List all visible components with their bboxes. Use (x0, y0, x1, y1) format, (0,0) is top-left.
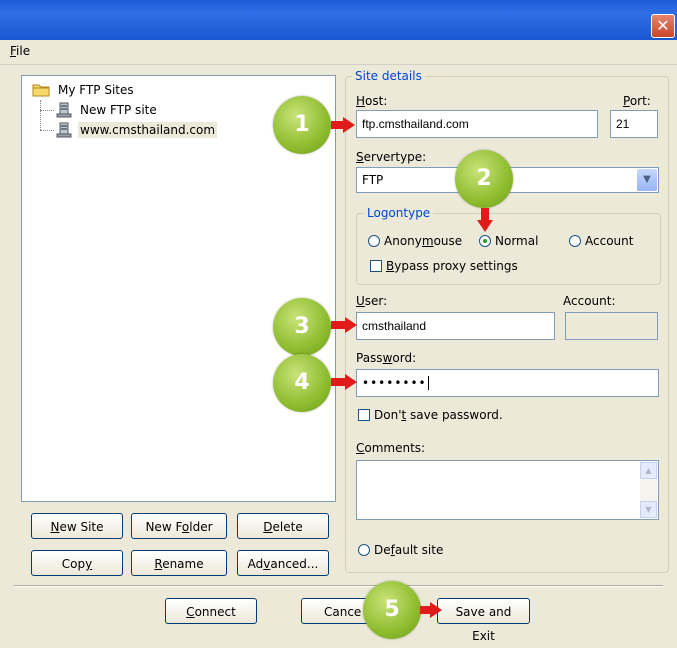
callout-1: 1 (273, 96, 331, 154)
arrow-right-icon (420, 602, 442, 618)
comments-label: Comments: (356, 441, 426, 455)
save-and-exit-button[interactable]: Save and Exit (437, 598, 530, 643)
server-icon (56, 122, 72, 138)
checkbox-box (358, 409, 370, 421)
user-input[interactable] (356, 312, 555, 340)
folder-icon (32, 84, 50, 97)
comments-scrollbar[interactable]: ▲ ▼ (640, 462, 657, 518)
radio-normal[interactable]: Normal (479, 234, 538, 248)
separator (14, 585, 663, 587)
account-input (565, 312, 658, 340)
host-label: Host: (356, 94, 388, 108)
logontype-group (356, 213, 661, 285)
chevron-down-icon[interactable]: ▼ (637, 169, 657, 191)
servertype-value: FTP (362, 173, 384, 187)
radio-circle-selected (479, 235, 491, 247)
comments-textarea[interactable]: ▲ ▼ (356, 460, 659, 520)
servertype-label: Servertype: (356, 150, 427, 164)
radio-account[interactable]: Account (569, 234, 633, 248)
tree-root-label: My FTP Sites (58, 83, 134, 97)
title-bar: ✕ (0, 0, 677, 40)
radio-anonymous[interactable]: Anonymouse (368, 234, 462, 248)
radio-normal-label: Normal (495, 234, 539, 248)
host-input[interactable] (356, 110, 598, 138)
advanced-button[interactable]: Advanced... (237, 550, 329, 576)
menu-bar: File (0, 40, 677, 65)
radio-anonymous-label: Anonymouse (384, 234, 463, 248)
password-input[interactable]: •••••••• (356, 369, 659, 397)
account-label: Account: (563, 294, 616, 308)
radio-circle (569, 235, 581, 247)
server-icon (56, 102, 72, 118)
tree-item-label: New FTP site (80, 103, 157, 117)
dont-save-password-checkbox[interactable]: Don't save password. (358, 408, 503, 422)
default-site-radio[interactable]: Default site (358, 543, 443, 557)
callout-5: 5 (363, 581, 421, 639)
new-folder-button[interactable]: New Folder (131, 513, 227, 539)
menu-file[interactable]: File (10, 44, 30, 58)
callout-4: 4 (273, 354, 331, 412)
tree-item[interactable]: New FTP site (56, 102, 159, 118)
callout-3: 3 (273, 298, 331, 356)
radio-circle (358, 544, 370, 556)
password-label: Password: (356, 351, 417, 365)
arrow-right-icon (331, 374, 357, 390)
callout-2: 2 (455, 150, 513, 208)
tree-item-label: www.cmsthailand.com (78, 122, 218, 138)
site-details-legend: Site details (352, 69, 425, 83)
close-button[interactable]: ✕ (651, 14, 675, 38)
radio-account-label: Account (585, 234, 634, 248)
radio-circle (368, 235, 380, 247)
bypass-proxy-label: Bypass proxy settings (386, 259, 518, 273)
scroll-down-icon[interactable]: ▼ (640, 501, 657, 518)
scroll-up-icon[interactable]: ▲ (640, 462, 657, 479)
default-site-label: Default site (374, 543, 444, 557)
tree-item[interactable]: www.cmsthailand.com (56, 122, 218, 138)
copy-button[interactable]: Copy (31, 550, 123, 576)
new-site-button[interactable]: New Site (31, 513, 123, 539)
checkbox-box (370, 260, 382, 272)
delete-button[interactable]: Delete (237, 513, 329, 539)
rename-button[interactable]: Rename (131, 550, 227, 576)
port-label: Port: (623, 94, 651, 108)
connect-button[interactable]: Connect (165, 598, 257, 624)
tree-root[interactable]: My FTP Sites (32, 82, 136, 98)
arrow-right-icon (331, 317, 357, 333)
arrow-down-icon (477, 208, 493, 232)
dont-save-password-label: Don't save password. (374, 408, 503, 422)
bypass-proxy-checkbox[interactable]: Bypass proxy settings (370, 259, 518, 273)
arrow-right-icon (331, 117, 355, 133)
close-icon: ✕ (656, 16, 670, 35)
port-input[interactable] (610, 110, 658, 138)
user-label: User: (356, 294, 388, 308)
logontype-legend: Logontype (364, 206, 434, 220)
